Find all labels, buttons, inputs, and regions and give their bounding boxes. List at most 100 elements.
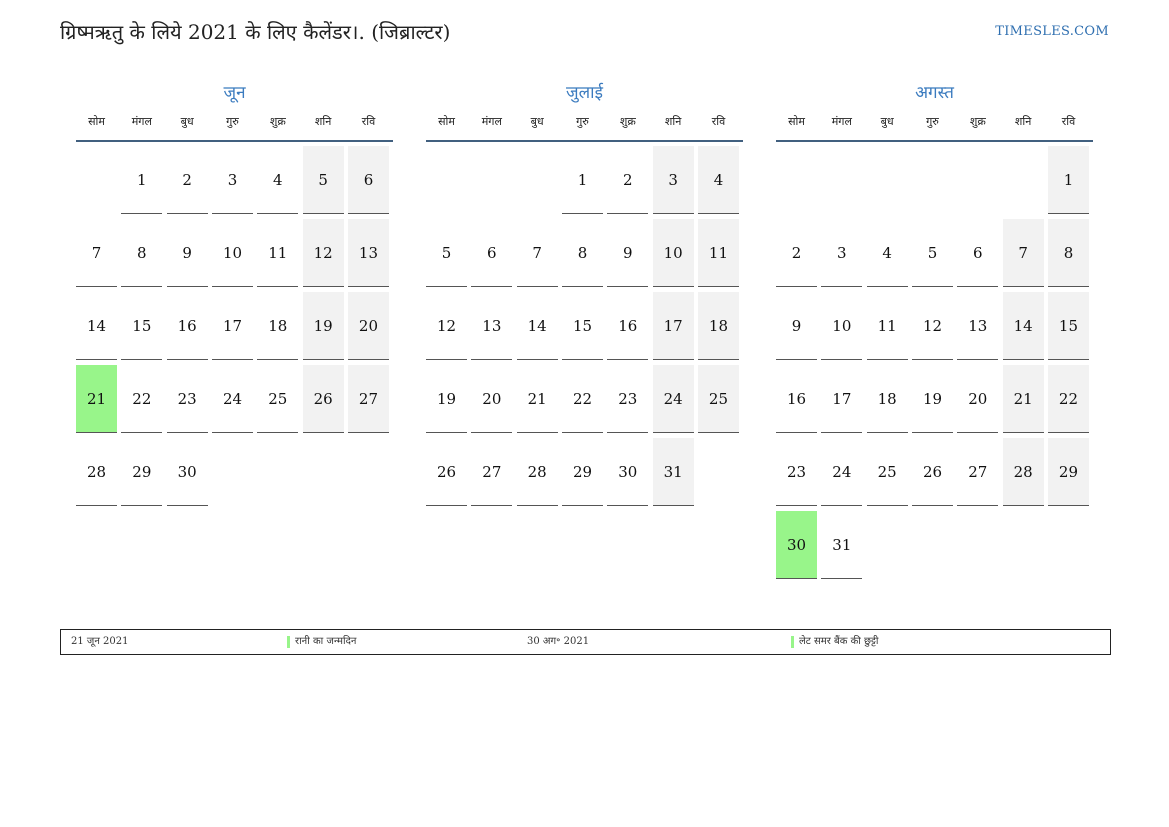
day-cell: 1 xyxy=(121,146,163,214)
legend-label-text: लेट समर बैंक की छुट्टी xyxy=(799,636,879,647)
day-cell: 20 xyxy=(347,292,389,360)
day-cell: 21 xyxy=(1002,365,1044,433)
empty-cell xyxy=(912,146,953,214)
empty-cell xyxy=(821,146,862,214)
day-cell: 2 xyxy=(776,219,817,287)
day-cell: 15 xyxy=(1047,292,1089,360)
empty-cell xyxy=(957,146,998,214)
day-cell: 24 xyxy=(821,438,863,506)
day-grid: 1 2 3 4 5 6 7 8 9 10 11 12 13 14 15 16 17 18 19 20 21 22 23 24 2… xyxy=(776,146,1093,579)
weekday-label: शुक्र xyxy=(969,115,986,128)
day-cell: 28 xyxy=(1002,438,1044,506)
day-cell: 5 xyxy=(911,219,953,287)
day-cell: 22 xyxy=(1047,365,1089,433)
weekday-label: सोम xyxy=(438,115,455,128)
day-cell: 1 xyxy=(561,146,603,214)
day-cell: 4 xyxy=(257,146,299,214)
day-cell: 5 xyxy=(302,146,344,214)
empty-cell xyxy=(957,511,998,579)
day-cell: 2 xyxy=(166,146,208,214)
day-cell: 3 xyxy=(821,219,863,287)
day-cell: 21 xyxy=(516,365,558,433)
day-cell: 8 xyxy=(561,219,603,287)
weekday-label: रवि xyxy=(711,115,726,128)
empty-cell xyxy=(257,438,298,506)
legend-date: 30 अग॰ 2021 xyxy=(527,636,590,647)
day-cell: 25 xyxy=(257,365,299,433)
day-cell: 29 xyxy=(1047,438,1089,506)
day-cell: 13 xyxy=(347,219,389,287)
day-cell: 20 xyxy=(471,365,513,433)
empty-cell xyxy=(867,146,908,214)
day-cell: 19 xyxy=(426,365,467,433)
day-cell: 30 xyxy=(166,438,208,506)
weekday-label: गुरु xyxy=(226,115,239,128)
day-cell: 9 xyxy=(607,219,649,287)
day-cell: 7 xyxy=(76,219,117,287)
weekday-label: बुध xyxy=(880,115,894,128)
legend-date: 21 जून 2021 xyxy=(71,636,129,647)
empty-cell xyxy=(471,146,512,214)
day-cell: 27 xyxy=(957,438,999,506)
day-cell: 1 xyxy=(1047,146,1089,214)
day-cell: 11 xyxy=(257,219,299,287)
day-cell: 9 xyxy=(166,219,208,287)
empty-cell xyxy=(348,438,389,506)
weekday-header: सोम मंगल बुध गुरु शुक्र शनि रवि xyxy=(76,112,393,142)
day-cell: 11 xyxy=(697,219,739,287)
day-cell: 12 xyxy=(302,219,344,287)
day-cell: 22 xyxy=(121,365,163,433)
day-cell: 12 xyxy=(911,292,953,360)
day-cell: 2 xyxy=(607,146,649,214)
empty-cell xyxy=(1003,146,1044,214)
weekday-label: गुरु xyxy=(926,115,939,128)
day-cell: 30 xyxy=(776,511,817,579)
weekday-label: मंगल xyxy=(131,115,152,128)
empty-cell xyxy=(867,511,908,579)
weekday-label: शनि xyxy=(664,115,682,128)
weekday-label: रवि xyxy=(1061,115,1076,128)
empty-cell xyxy=(1003,511,1044,579)
day-cell: 14 xyxy=(516,292,558,360)
day-cell: 30 xyxy=(607,438,649,506)
day-cell: 7 xyxy=(516,219,558,287)
site-link[interactable]: TIMESLES.COM xyxy=(995,24,1109,39)
day-cell: 23 xyxy=(607,365,649,433)
legend-label-text: रानी का जन्मदिन xyxy=(295,636,357,647)
weekday-header: सोम मंगल बुध गुरु शुक्र शनि रवि xyxy=(426,112,743,142)
day-cell: 8 xyxy=(121,219,163,287)
day-cell: 15 xyxy=(121,292,163,360)
day-cell: 15 xyxy=(561,292,603,360)
day-cell: 14 xyxy=(76,292,117,360)
holiday-legend: 21 जून 2021 रानी का जन्मदिन 30 अग॰ 2021 … xyxy=(60,629,1111,655)
day-cell: 28 xyxy=(516,438,558,506)
empty-cell xyxy=(212,438,253,506)
day-cell: 18 xyxy=(866,365,908,433)
legend-label: रानी का जन्मदिन xyxy=(287,630,356,654)
day-cell: 18 xyxy=(257,292,299,360)
day-cell: 10 xyxy=(821,292,863,360)
day-cell: 27 xyxy=(347,365,389,433)
day-cell: 9 xyxy=(776,292,817,360)
weekday-label: मंगल xyxy=(481,115,502,128)
weekday-label: शनि xyxy=(314,115,332,128)
day-cell: 20 xyxy=(957,365,999,433)
day-cell: 6 xyxy=(957,219,999,287)
day-cell: 24 xyxy=(211,365,253,433)
day-cell: 13 xyxy=(471,292,513,360)
day-cell: 4 xyxy=(866,219,908,287)
day-cell: 17 xyxy=(821,365,863,433)
day-cell: 6 xyxy=(471,219,513,287)
day-cell: 4 xyxy=(697,146,739,214)
weekday-label: रवि xyxy=(361,115,376,128)
weekday-label: बुध xyxy=(180,115,194,128)
day-cell: 14 xyxy=(1002,292,1044,360)
weekday-label: बुध xyxy=(530,115,544,128)
day-cell: 3 xyxy=(652,146,694,214)
empty-cell xyxy=(76,146,117,214)
day-cell: 21 xyxy=(76,365,117,433)
weekday-label: गुरु xyxy=(576,115,589,128)
day-cell: 10 xyxy=(211,219,253,287)
day-cell: 31 xyxy=(821,511,863,579)
day-grid: 1 2 3 4 5 6 7 8 9 10 11 12 13 14 15 16 17 18 19 20 21 22 23 24 2… xyxy=(426,146,743,506)
